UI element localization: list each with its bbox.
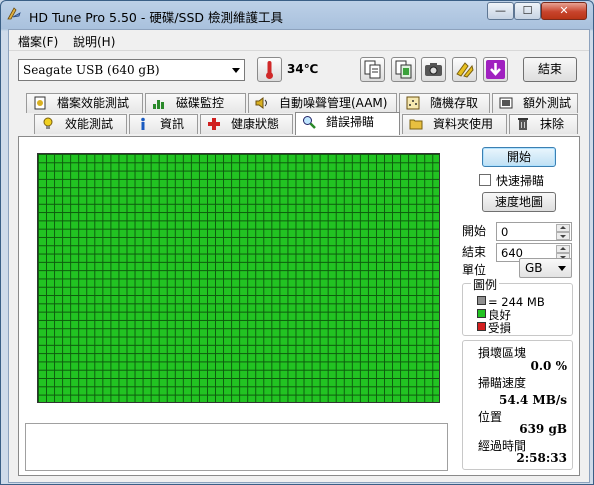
menu-file[interactable]: 檔案(F) (18, 33, 58, 50)
thermometer-icon (266, 61, 273, 79)
download-icon (486, 60, 505, 79)
legend-title: 圖例 (471, 276, 500, 293)
legend-swatch (477, 296, 486, 305)
tab-info[interactable]: 資訊 (129, 114, 198, 134)
info-icon (141, 117, 145, 130)
lightbulb-icon (43, 117, 53, 129)
bar-chart-icon (153, 100, 164, 109)
client-area: 檔案(F) 說明(H) Seagate USB (640 gB) 34℃ 結束 … (8, 29, 590, 483)
temperature-value: 34℃ (287, 62, 319, 76)
speaker-icon (255, 97, 267, 109)
damaged-blocks-label: 損壞區塊 (478, 346, 527, 360)
spin-down-icon[interactable] (556, 232, 570, 240)
legend-label: = 244 MB (488, 295, 545, 309)
legend-swatch (477, 322, 486, 331)
tab-label: 隨機存取 (430, 96, 479, 110)
copy-screen-button[interactable] (391, 57, 416, 82)
chevron-down-icon (232, 68, 240, 73)
camera-icon (425, 63, 442, 76)
save-button[interactable] (483, 57, 508, 82)
quick-scan-label: 快速掃瞄 (496, 174, 545, 188)
tab-error-scan[interactable]: 錯誤掃瞄 (295, 112, 400, 135)
tab-label: 資料夾使用 (433, 117, 494, 131)
menu-help[interactable]: 說明(H) (73, 33, 115, 50)
tab-aam[interactable]: 自動噪聲管理(AAM) (248, 93, 397, 113)
menu-bar: 檔案(F) 說明(H) (9, 30, 589, 51)
tab-label: 資訊 (160, 117, 185, 131)
spin-up-icon[interactable] (556, 224, 570, 232)
tab-extra-tests[interactable]: 額外測試 (492, 93, 578, 113)
toolbar: Seagate USB (640 gB) 34℃ 結束 (9, 51, 589, 91)
screenshot-button[interactable] (421, 57, 446, 82)
random-access-icon (406, 96, 420, 110)
tab-strip: 檔案效能測試 磁碟監控 自動噪聲管理(AAM) 隨機存取 額外測試 效能測試 資… (18, 93, 578, 137)
error-scan-panel: 開始 快速掃瞄 速度地圖 開始 0 結束 640 單位 GB 圖例 = 244 … (18, 136, 580, 476)
app-icon (7, 7, 21, 20)
close-button[interactable]: ✕ (541, 2, 587, 20)
minimize-button[interactable]: — (487, 2, 514, 20)
trash-icon (518, 118, 528, 130)
legend-label: 受損 (488, 321, 511, 335)
spin-up-icon[interactable] (556, 245, 570, 253)
tab-folder-usage[interactable]: 資料夾使用 (402, 114, 507, 134)
title-bar[interactable]: HD Tune Pro 5.50 - 硬碟/SSD 檢測維護工具 — ☐ ✕ (1, 1, 593, 29)
file-benchmark-icon (34, 96, 46, 110)
tab-label: 錯誤掃瞄 (326, 115, 375, 129)
copy-info-icon (364, 60, 381, 79)
chevron-down-icon (558, 266, 566, 271)
log-area[interactable] (25, 423, 448, 471)
tab-label: 額外測試 (523, 96, 572, 110)
tab-label: 檔案效能測試 (57, 96, 130, 110)
tab-random-access[interactable]: 隨機存取 (399, 93, 490, 113)
scan-speed-label: 掃瞄速度 (478, 376, 527, 390)
start-value: 0 (501, 225, 509, 239)
unit-value: GB (525, 261, 543, 275)
unit-select[interactable]: GB (519, 258, 572, 278)
position-label: 位置 (478, 410, 503, 424)
drive-select-value: Seagate USB (640 gB) (23, 63, 160, 77)
app-window: HD Tune Pro 5.50 - 硬碟/SSD 檢測維護工具 — ☐ ✕ 檔… (0, 0, 594, 485)
magnifier-icon (303, 116, 316, 129)
legend-row-good: 良好 (477, 309, 511, 321)
damaged-blocks-value: 0.0 % (530, 359, 567, 373)
end-label: 結束 (462, 245, 487, 259)
tab-label: 自動噪聲管理(AAM) (279, 96, 388, 110)
position-value: 639 gB (519, 422, 567, 436)
tab-benchmark[interactable]: 效能測試 (34, 114, 127, 134)
options-button[interactable] (452, 57, 477, 82)
quick-scan-checkbox[interactable] (479, 174, 491, 186)
copy-screen-icon (395, 60, 412, 79)
start-button[interactable]: 開始 (482, 147, 556, 167)
start-label: 開始 (462, 224, 487, 238)
legend-label: 良好 (488, 308, 511, 322)
legend-row-block: = 244 MB (477, 296, 545, 308)
maximize-button[interactable]: ☐ (514, 2, 541, 20)
tab-label: 健康狀態 (231, 117, 280, 131)
tab-disk-monitor[interactable]: 磁碟監控 (145, 93, 246, 113)
options-icon (456, 62, 474, 78)
tab-erase[interactable]: 抹除 (509, 114, 578, 134)
tab-label: 抹除 (540, 117, 565, 131)
start-spinner[interactable]: 0 (496, 222, 572, 241)
health-cross-icon (208, 118, 220, 130)
tab-health[interactable]: 健康狀態 (200, 114, 293, 134)
scan-speed-value: 54.4 MB/s (499, 393, 567, 407)
window-title: HD Tune Pro 5.50 - 硬碟/SSD 檢測維護工具 (29, 10, 284, 25)
elapsed-time-value: 2:58:33 (516, 451, 567, 465)
tab-file-benchmark[interactable]: 檔案效能測試 (26, 93, 143, 113)
extra-tests-icon (499, 97, 513, 109)
exit-button[interactable]: 結束 (523, 57, 577, 82)
temperature-button[interactable] (257, 57, 282, 82)
legend-swatch (477, 309, 486, 318)
legend-row-damaged: 受損 (477, 322, 511, 334)
drive-select[interactable]: Seagate USB (640 gB) (18, 59, 245, 81)
tab-label: 效能測試 (65, 117, 114, 131)
copy-info-button[interactable] (360, 57, 385, 82)
tab-label: 磁碟監控 (176, 96, 225, 110)
speed-map-button[interactable]: 速度地圖 (482, 192, 556, 212)
block-map-grid (37, 153, 440, 403)
folder-icon (409, 119, 423, 130)
